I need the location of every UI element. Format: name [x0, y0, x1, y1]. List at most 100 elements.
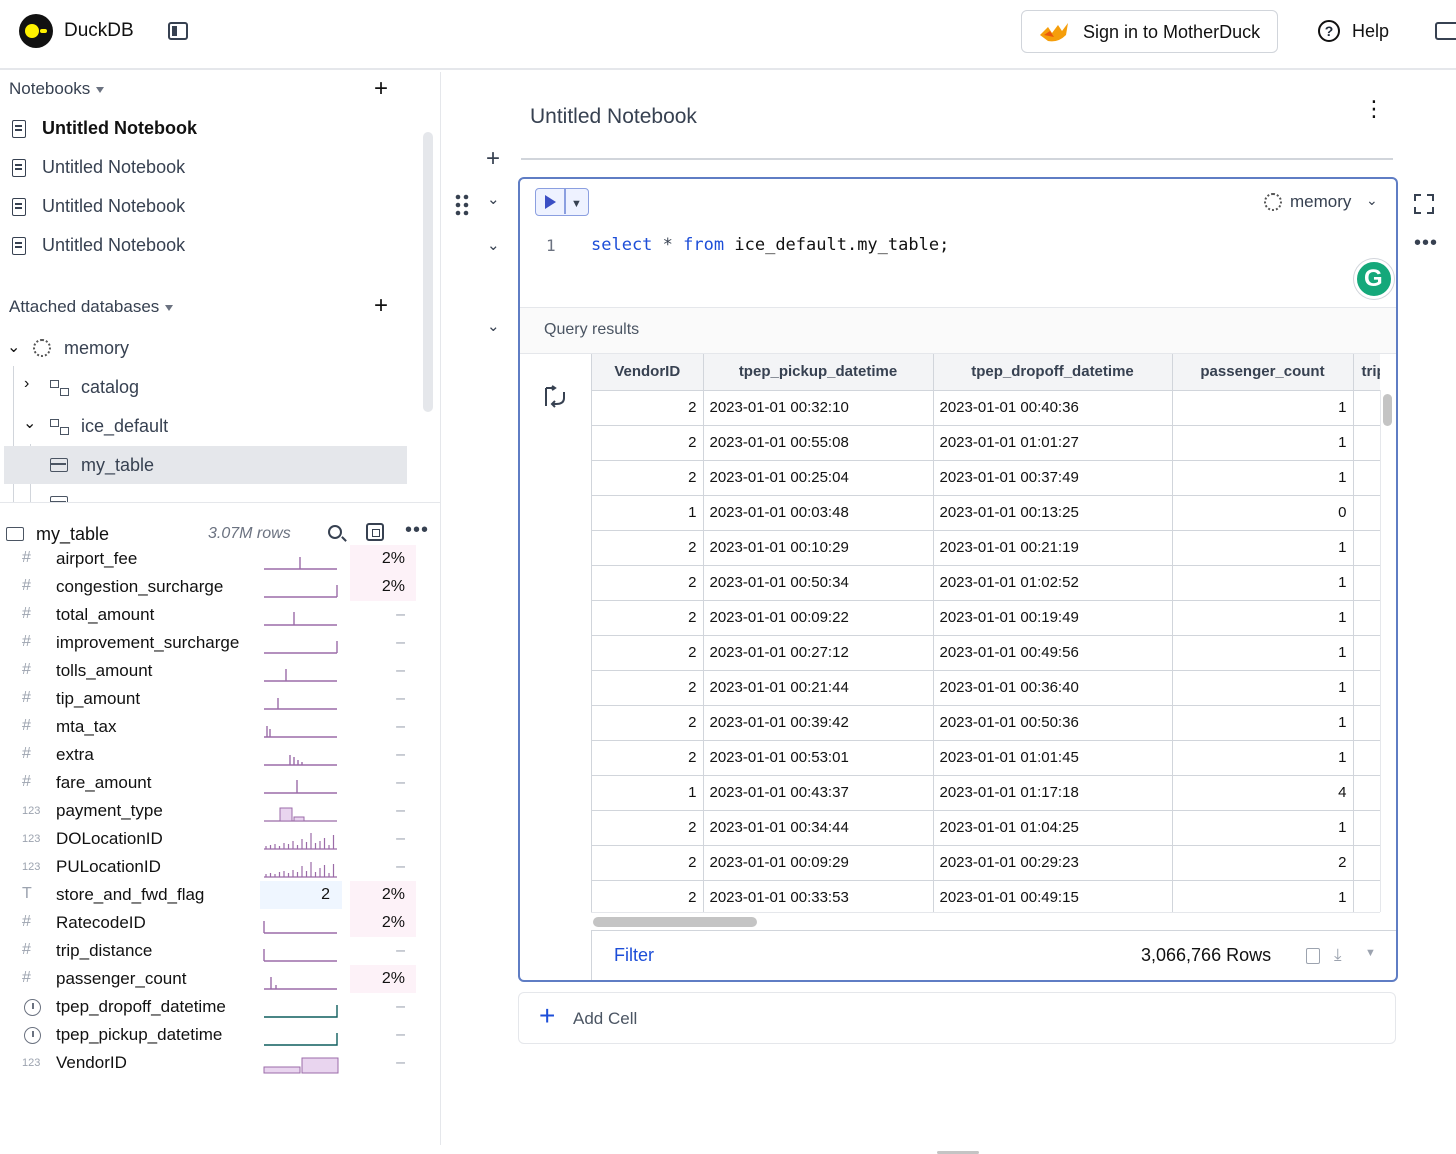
drag-handle-icon[interactable] — [455, 194, 469, 216]
vertical-scrollbar[interactable] — [1380, 390, 1394, 912]
table-cell[interactable]: 2023-01-01 00:40:36 — [933, 390, 1173, 426]
table-cell[interactable]: 2 — [592, 880, 704, 912]
table-cell[interactable]: 2023-01-01 00:37:49 — [933, 460, 1173, 496]
cell-more-icon[interactable]: ••• — [1414, 232, 1438, 255]
table-cell[interactable]: 1 — [592, 495, 704, 531]
table-cell[interactable]: 4 — [1172, 775, 1354, 811]
scroll-thumb[interactable] — [593, 917, 757, 927]
table-cell[interactable]: 2023-01-01 00:53:01 — [703, 740, 934, 776]
column-header[interactable]: passenger_count — [1172, 354, 1354, 391]
column-row[interactable]: # RatecodeID 2% — [0, 909, 441, 937]
column-header[interactable]: tpep_pickup_datetime — [703, 354, 934, 391]
expand-icon[interactable] — [1414, 194, 1434, 214]
table-row[interactable]: 1 2023-01-01 00:43:37 2023-01-01 01:17:18 4 — [592, 775, 1380, 811]
table-cell[interactable]: 2023-01-01 00:21:44 — [703, 670, 934, 706]
notebook-item[interactable]: Untitled Notebook — [0, 111, 410, 147]
table-cell[interactable]: 2023-01-01 00:36:40 — [933, 670, 1173, 706]
notebook-item[interactable]: Untitled Notebook — [0, 228, 410, 264]
table-row[interactable]: 2 2023-01-01 00:39:42 2023-01-01 00:50:36 1 — [592, 705, 1380, 741]
more-icon[interactable]: ••• — [405, 519, 429, 542]
table-cell[interactable]: 2023-01-01 00:03:48 — [703, 495, 934, 531]
table-cell[interactable] — [1353, 845, 1380, 881]
add-notebook-plus-icon[interactable]: + — [374, 77, 388, 101]
column-row[interactable]: # trip_distance – — [0, 937, 441, 965]
table-row[interactable]: 2 2023-01-01 00:33:53 2023-01-01 00:49:15 1 — [592, 880, 1380, 912]
attached-databases-header[interactable]: Attached databases — [9, 297, 174, 317]
table-cell[interactable]: 2023-01-01 00:09:22 — [703, 600, 934, 636]
table-cell[interactable]: 1 — [1172, 670, 1354, 706]
column-row[interactable]: # extra – — [0, 741, 441, 769]
column-row[interactable]: # airport_fee 2% — [0, 545, 441, 573]
table-cell[interactable]: 1 — [1172, 565, 1354, 601]
table-cell[interactable]: 2023-01-01 00:09:29 — [703, 845, 934, 881]
tree-item-memory[interactable]: ⌄ memory — [0, 330, 407, 366]
table-cell[interactable]: 2 — [592, 600, 704, 636]
table-cell[interactable]: 2 — [592, 530, 704, 566]
column-row[interactable]: Tstore_and_fwd_flag 2 2% — [0, 881, 441, 909]
table-row[interactable]: 2 2023-01-01 00:09:29 2023-01-01 00:29:23 2 — [592, 845, 1380, 881]
table-cell[interactable] — [1353, 670, 1380, 706]
column-row[interactable]: # congestion_surcharge 2% — [0, 573, 441, 601]
table-cell[interactable]: 2023-01-01 00:27:12 — [703, 635, 934, 671]
table-cell[interactable]: 0 — [1172, 495, 1354, 531]
table-cell[interactable]: 1 — [1172, 530, 1354, 566]
column-row[interactable]: 123 payment_type – — [0, 797, 441, 825]
table-row[interactable]: 2 2023-01-01 00:55:08 2023-01-01 01:01:27 1 — [592, 425, 1380, 461]
table-row[interactable]: 2 2023-01-01 00:32:10 2023-01-01 00:40:36 1 — [592, 390, 1380, 426]
table-cell[interactable]: 1 — [1172, 635, 1354, 671]
chevron-down-icon[interactable]: ⌄ — [23, 413, 36, 433]
add-database-plus-icon[interactable]: + — [374, 294, 388, 318]
column-row[interactable]: # tolls_amount – — [0, 657, 441, 685]
table-cell[interactable]: 2 — [592, 425, 704, 461]
table-row[interactable]: 2 2023-01-01 00:34:44 2023-01-01 01:04:25 1 — [592, 810, 1380, 846]
table-cell[interactable]: 2023-01-01 00:50:36 — [933, 705, 1173, 741]
table-cell[interactable]: 2 — [1172, 845, 1354, 881]
chevron-down-icon[interactable]: ▼ — [1365, 947, 1376, 959]
table-cell[interactable]: 1 — [1172, 740, 1354, 776]
table-cell[interactable]: 1 — [1172, 425, 1354, 461]
table-cell[interactable]: 2 — [592, 740, 704, 776]
table-cell[interactable]: 2 — [592, 810, 704, 846]
table-cell[interactable]: 2 — [592, 705, 704, 741]
collapse-cell-chevron-icon[interactable]: ⌄ — [487, 190, 500, 208]
collapse-results-chevron-icon[interactable]: ⌄ — [487, 317, 500, 335]
notebook-title[interactable]: Untitled Notebook — [530, 105, 697, 129]
chevron-right-icon[interactable]: › — [24, 375, 29, 393]
table-cell[interactable] — [1353, 740, 1380, 776]
chevron-down-icon[interactable]: ▼ — [571, 198, 582, 210]
focus-icon[interactable] — [366, 523, 384, 541]
table-cell[interactable]: 1 — [592, 775, 704, 811]
column-row[interactable]: # improvement_surcharge – — [0, 629, 441, 657]
notebook-item[interactable]: Untitled Notebook — [0, 189, 410, 225]
column-row[interactable]: # tip_amount – — [0, 685, 441, 713]
column-header[interactable]: tpep_dropoff_datetime — [933, 354, 1173, 391]
table-cell[interactable]: 2023-01-01 00:49:15 — [933, 880, 1173, 912]
table-cell[interactable]: 2023-01-01 00:10:29 — [703, 530, 934, 566]
notebook-more-icon[interactable]: ⋮ — [1363, 98, 1385, 120]
table-row[interactable]: 2 2023-01-01 00:09:22 2023-01-01 00:19:49 1 — [592, 600, 1380, 636]
table-cell[interactable]: 2023-01-01 00:25:04 — [703, 460, 934, 496]
table-cell[interactable]: 2023-01-01 00:55:08 — [703, 425, 934, 461]
grammarly-icon[interactable]: G — [1354, 259, 1394, 299]
transpose-icon[interactable] — [542, 384, 568, 410]
column-row[interactable]: # passenger_count 2% — [0, 965, 441, 993]
table-cell[interactable]: 2023-01-01 00:49:56 — [933, 635, 1173, 671]
table-cell[interactable]: 2023-01-01 01:17:18 — [933, 775, 1173, 811]
table-cell[interactable]: 2023-01-01 00:32:10 — [703, 390, 934, 426]
table-row[interactable]: 2 2023-01-01 00:50:34 2023-01-01 01:02:52 1 — [592, 565, 1380, 601]
table-cell[interactable] — [1353, 775, 1380, 811]
table-cell[interactable]: 1 — [1172, 390, 1354, 426]
table-cell[interactable] — [1353, 880, 1380, 912]
table-cell[interactable]: 2 — [592, 460, 704, 496]
add-cell-above-plus-icon[interactable]: + — [486, 145, 500, 173]
sidebar-scrollbar[interactable] — [423, 132, 433, 412]
table-cell[interactable] — [1353, 565, 1380, 601]
download-icon[interactable]: ⤓ — [1334, 945, 1342, 965]
column-header[interactable]: VendorID — [592, 354, 704, 391]
table-cell[interactable] — [1353, 530, 1380, 566]
table-cell[interactable]: 2 — [592, 635, 704, 671]
table-cell[interactable]: 2 — [592, 565, 704, 601]
run-button[interactable]: ▼ — [535, 188, 589, 216]
table-cell[interactable]: 1 — [1172, 600, 1354, 636]
table-cell[interactable]: 2023-01-01 00:19:49 — [933, 600, 1173, 636]
